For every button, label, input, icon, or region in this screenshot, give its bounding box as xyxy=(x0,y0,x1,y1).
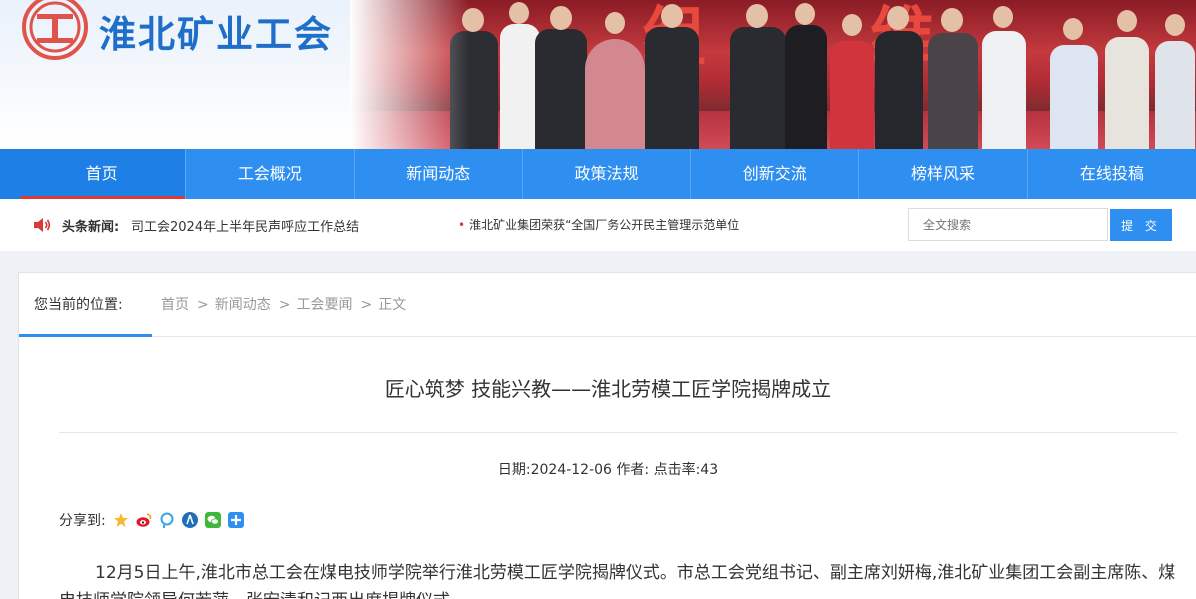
article-panel: 您当前的位置: 首页 > 新闻动态 > 工会要闻 > 正文 匠心筑梦 技能兴教——淮北劳模工… xyxy=(18,272,1196,599)
qzone-icon[interactable] xyxy=(113,512,129,528)
union-logo-icon[interactable] xyxy=(22,0,88,62)
nav-item-submit-online[interactable]: 在线投稿 xyxy=(1028,149,1196,199)
breadcrumb-trail: 首页 > 新闻动态 > 工会要闻 > 正文 xyxy=(161,294,408,314)
breadcrumb-union-news-link[interactable]: 工会要闻 xyxy=(296,297,352,313)
search-input[interactable] xyxy=(908,208,1108,241)
pengyou-icon[interactable] xyxy=(159,512,175,528)
nav-item-policies[interactable]: 政策法规 xyxy=(523,149,692,199)
breadcrumb-home-link[interactable]: 首页 xyxy=(161,297,189,313)
weibo-icon[interactable] xyxy=(136,512,152,528)
breadcrumb-separator: > xyxy=(278,297,291,313)
wechat-icon[interactable] xyxy=(204,512,221,528)
speaker-icon xyxy=(34,218,51,232)
ticker-label: 头条新闻: xyxy=(62,220,120,235)
breadcrumb-news-link[interactable]: 新闻动态 xyxy=(215,297,271,313)
nav-item-news[interactable]: 新闻动态 xyxy=(355,149,523,199)
site-header: 淮北矿业工会 组 维 xyxy=(0,0,1196,149)
nav-item-home[interactable]: 首页 xyxy=(0,149,187,199)
article-title: 匠心筑梦 技能兴教——淮北劳模工匠学院揭牌成立 xyxy=(384,377,832,401)
breadcrumb-label-underline xyxy=(19,334,152,337)
banner-image: 组 维 xyxy=(350,0,1196,149)
breadcrumb: 您当前的位置: 首页 > 新闻动态 > 工会要闻 > 正文 xyxy=(19,273,1196,337)
ticker-headline-2-text: 淮北矿业集团荣获“全国厂务公开民主管理示范单位 xyxy=(469,218,740,232)
breadcrumb-separator: > xyxy=(360,297,373,313)
article-body: 12月5日上午,淮北市总工会在煤电技师学院举行淮北劳模工匠学院揭牌仪式。市总工会… xyxy=(59,563,1176,599)
more-share-icon[interactable] xyxy=(227,512,244,528)
main-nav: 首页 工会概况 新闻动态 政策法规 创新交流 榜样风采 在线投稿 xyxy=(0,149,1196,199)
renren-icon[interactable] xyxy=(181,512,198,528)
nav-item-role-models[interactable]: 榜样风采 xyxy=(859,149,1028,199)
search-submit-button[interactable]: 提 交 xyxy=(1110,209,1172,241)
breadcrumb-current: 正文 xyxy=(378,297,407,313)
title-divider xyxy=(59,432,1177,433)
breadcrumb-label: 您当前的位置: xyxy=(34,297,123,313)
article-meta: 日期:2024-12-06 作者: 点击率:43 xyxy=(497,462,719,478)
breadcrumb-separator: > xyxy=(197,297,209,313)
ticker-headline-2[interactable]: • 淮北矿业集团荣获“全国厂务公开民主管理示范单位 xyxy=(458,216,786,233)
share-label: 分享到: xyxy=(59,513,106,529)
nav-item-innovation[interactable]: 创新交流 xyxy=(691,149,860,199)
ticker-headline-1[interactable]: 司工会2024年上半年民声呼应工作总结 xyxy=(131,216,359,235)
nav-item-union-overview[interactable]: 工会概况 xyxy=(186,149,355,199)
share-bar: 分享到: xyxy=(59,510,244,530)
site-title[interactable]: 淮北矿业工会 xyxy=(99,4,333,58)
